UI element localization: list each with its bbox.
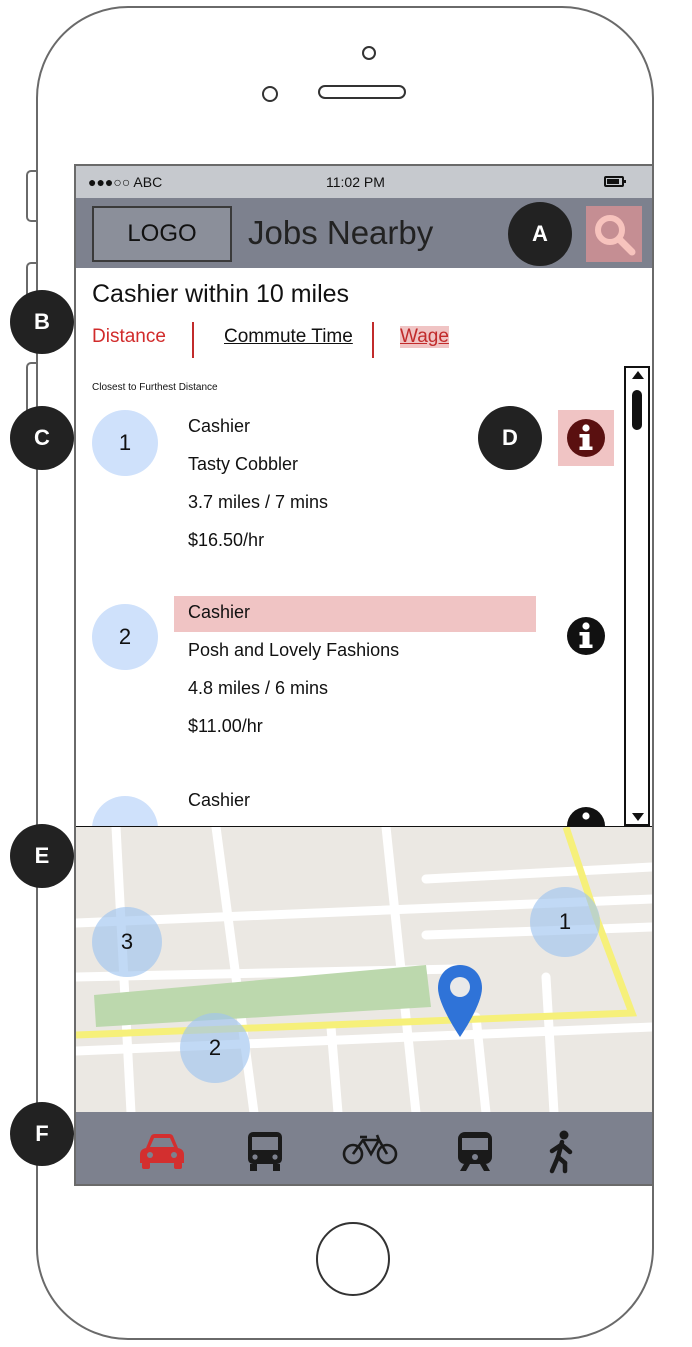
transport-mode-bar	[76, 1112, 652, 1184]
distance-commute: 3.7 miles / 7 mins	[188, 492, 329, 512]
distance-commute: 4.8 miles / 6 mins	[188, 678, 329, 698]
annotation-e: E	[10, 824, 74, 888]
scroll-up-icon[interactable]	[632, 371, 644, 379]
map-marker[interactable]: 1	[530, 887, 600, 957]
location-pin-icon	[438, 965, 482, 1037]
result-number: 2	[92, 604, 158, 670]
wage: $16.50/hr	[188, 530, 265, 550]
job-title: Cashier	[188, 790, 251, 810]
page-title: Jobs Nearby	[248, 214, 434, 251]
scroll-down-icon[interactable]	[632, 813, 644, 821]
carrier-signal: ●●●○○ ABC	[88, 174, 163, 190]
battery-icon	[604, 176, 626, 187]
info-icon[interactable]	[566, 616, 606, 656]
tab-divider	[192, 322, 194, 358]
info-button[interactable]	[558, 410, 614, 466]
annotation-b: B	[10, 290, 74, 354]
map-marker[interactable]: 3	[92, 907, 162, 977]
info-icon[interactable]	[566, 806, 606, 826]
tab-divider	[372, 322, 374, 358]
results-scrollbar[interactable]	[624, 366, 650, 826]
job-title: Cashier	[188, 416, 251, 436]
train-icon[interactable]	[456, 1130, 494, 1172]
status-bar: ●●●○○ ABC 11:02 PM	[76, 166, 652, 198]
walking-icon[interactable]	[546, 1130, 576, 1174]
info-icon	[567, 419, 605, 457]
status-time: 11:02 PM	[326, 174, 385, 190]
earpiece-speaker	[318, 85, 406, 99]
map[interactable]: 1 2 3	[76, 826, 652, 1113]
job-title: Cashier	[188, 602, 251, 622]
search-summary: Cashier within 10 miles	[92, 280, 350, 308]
wage: $11.00/hr	[188, 716, 263, 736]
tab-commute-time[interactable]: Commute Time	[224, 326, 353, 348]
annotation-c: C	[10, 406, 74, 470]
map-marker[interactable]: 2	[180, 1013, 250, 1083]
list-item[interactable]: 2 Cashier Posh and Lovely Fashions 4.8 m…	[76, 592, 616, 752]
tab-distance[interactable]: Distance	[92, 326, 166, 348]
search-button[interactable]	[586, 206, 642, 262]
bus-icon[interactable]	[246, 1130, 284, 1172]
car-icon[interactable]	[138, 1130, 186, 1170]
logo: LOGO	[92, 206, 232, 262]
list-item[interactable]: Cashier	[76, 778, 616, 826]
company-name: Tasty Cobbler	[188, 454, 299, 474]
mute-switch	[26, 170, 36, 222]
annotation-d: D	[478, 406, 542, 470]
annotation-a: A	[508, 202, 572, 266]
scroll-thumb[interactable]	[632, 390, 642, 430]
front-camera	[262, 86, 278, 102]
tab-wage[interactable]: Wage	[400, 326, 449, 348]
phone-screen: ●●●○○ ABC 11:02 PM LOGO Jobs Nearby Cash…	[74, 164, 654, 1186]
bicycle-icon[interactable]	[342, 1134, 398, 1166]
company-name: Posh and Lovely Fashions	[188, 640, 400, 660]
sort-caption: Closest to Furthest Distance	[92, 382, 218, 393]
result-number	[92, 796, 158, 826]
result-number: 1	[92, 410, 158, 476]
home-button[interactable]	[316, 1222, 390, 1296]
map-streets	[76, 827, 652, 1113]
proximity-sensor	[362, 46, 376, 60]
annotation-f: F	[10, 1102, 74, 1166]
search-icon	[595, 215, 636, 256]
